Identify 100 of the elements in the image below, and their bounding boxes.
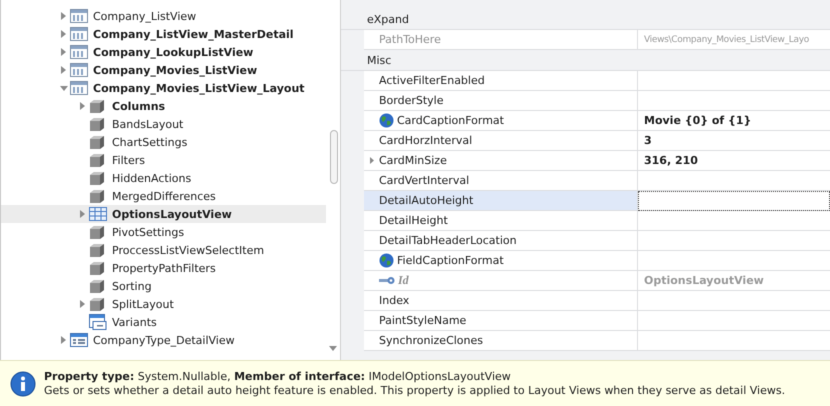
property-value: Movie {0} of {1} bbox=[644, 114, 752, 127]
cube-icon bbox=[89, 152, 105, 168]
tree-item[interactable]: PropertyPathFilters bbox=[109, 260, 219, 276]
scroll-down-icon[interactable] bbox=[329, 346, 337, 351]
cube-icon bbox=[89, 296, 105, 312]
list-view-icon bbox=[70, 9, 88, 23]
cube-icon bbox=[89, 98, 105, 114]
property-name: PaintStyleName bbox=[379, 314, 466, 327]
property-name: BorderStyle bbox=[379, 94, 444, 107]
property-value-cell[interactable] bbox=[638, 311, 830, 331]
expand-arrow-icon[interactable] bbox=[61, 48, 66, 56]
property-name-cell[interactable]: DetailAutoHeight bbox=[364, 191, 638, 211]
list-view-icon bbox=[70, 63, 88, 77]
globe-icon bbox=[379, 113, 394, 128]
property-name-cell[interactable]: CardVertInterval bbox=[364, 171, 638, 191]
property-name: CardHorzInterval bbox=[379, 134, 472, 147]
property-name-cell[interactable]: FieldCaptionFormat bbox=[364, 251, 638, 271]
property-name: SynchronizeClones bbox=[379, 334, 484, 347]
cube-icon bbox=[89, 242, 105, 258]
property-name-cell[interactable]: PaintStyleName bbox=[364, 311, 638, 331]
property-value-cell[interactable] bbox=[638, 191, 830, 211]
property-value-cell[interactable] bbox=[638, 291, 830, 311]
tree-item[interactable]: MergedDifferences bbox=[109, 188, 219, 204]
globe-icon bbox=[379, 253, 394, 268]
tree-item[interactable]: ProccessListViewSelectItem bbox=[109, 242, 268, 258]
cube-icon bbox=[89, 260, 105, 276]
cube-icon bbox=[89, 224, 105, 240]
property-name: Id bbox=[398, 273, 409, 288]
property-value: Views\Company_Movies_ListView_Layo bbox=[644, 34, 809, 44]
cube-icon bbox=[89, 170, 105, 186]
tree-item[interactable]: BandsLayout bbox=[109, 116, 186, 132]
tree-item[interactable]: SplitLayout bbox=[109, 296, 177, 312]
property-value-cell[interactable] bbox=[638, 331, 830, 351]
cube-icon bbox=[89, 188, 105, 204]
property-name-cell[interactable]: DetailHeight bbox=[364, 211, 638, 231]
property-name-cell[interactable]: DetailTabHeaderLocation bbox=[364, 231, 638, 251]
collapse-arrow-icon[interactable] bbox=[60, 86, 68, 90]
property-name-cell[interactable]: BorderStyle bbox=[364, 91, 638, 111]
property-value-cell[interactable] bbox=[638, 231, 830, 251]
property-value-cell[interactable]: 316, 210 bbox=[638, 151, 830, 171]
property-name: DetailHeight bbox=[379, 214, 448, 227]
property-value: OptionsLayoutView bbox=[644, 274, 764, 287]
tree-item[interactable]: Company_ListView bbox=[90, 8, 200, 24]
property-name: DetailAutoHeight bbox=[379, 194, 474, 207]
property-value: 316, 210 bbox=[644, 154, 698, 167]
list-view-icon bbox=[70, 45, 88, 59]
property-value-cell[interactable] bbox=[638, 211, 830, 231]
expand-arrow-icon[interactable] bbox=[61, 30, 66, 38]
tree-item[interactable]: Columns bbox=[109, 98, 168, 114]
tree-item[interactable]: Company_LookupListView bbox=[90, 44, 256, 60]
property-value-cell[interactable] bbox=[638, 251, 830, 271]
detail-view-icon bbox=[70, 333, 88, 347]
cube-icon bbox=[89, 116, 105, 132]
cube-icon bbox=[89, 134, 105, 150]
expand-arrow-icon[interactable] bbox=[370, 157, 374, 164]
property-name: PathToHere bbox=[379, 33, 441, 46]
property-type-text: Property type: System.Nullable, Member of interface: IModelOptionsLayoutView bbox=[44, 370, 512, 383]
cube-icon bbox=[89, 278, 105, 294]
tree-item[interactable]: Sorting bbox=[109, 278, 155, 294]
variants-icon bbox=[89, 314, 107, 330]
tree-item[interactable]: HiddenActions bbox=[109, 170, 194, 186]
property-value-cell[interactable] bbox=[638, 171, 830, 191]
tree-item[interactable]: Company_ListView_MasterDetail bbox=[90, 26, 297, 42]
tree-item[interactable]: ChartSettings bbox=[109, 134, 190, 150]
expand-arrow-icon[interactable] bbox=[80, 210, 85, 218]
property-name: FieldCaptionFormat bbox=[397, 254, 504, 267]
property-value: 3 bbox=[644, 134, 652, 147]
property-value-cell[interactable] bbox=[638, 71, 830, 91]
key-icon bbox=[379, 276, 395, 285]
property-description: Gets or sets whether a detail auto height feature is enabled. This property is applied to Layout Views when they serve as detail Views. bbox=[44, 384, 786, 397]
property-name-cell[interactable]: SynchronizeClones bbox=[364, 331, 638, 351]
property-name: CardVertInterval bbox=[379, 174, 470, 187]
tree-item[interactable]: Company_Movies_ListView bbox=[90, 62, 260, 78]
property-value-cell[interactable] bbox=[638, 91, 830, 111]
tree-item[interactable]: Filters bbox=[109, 152, 148, 168]
property-value-cell[interactable]: Movie {0} of {1} bbox=[638, 111, 830, 131]
scrollbar-thumb[interactable] bbox=[330, 130, 338, 184]
property-name-cell[interactable]: CardCaptionFormat bbox=[364, 111, 638, 131]
property-name-cell[interactable]: CardMinSize bbox=[364, 151, 638, 171]
expand-arrow-icon[interactable] bbox=[61, 336, 66, 344]
property-name-cell[interactable]: CardHorzInterval bbox=[364, 131, 638, 151]
tree-item[interactable]: Company_Movies_ListView_Layout bbox=[90, 80, 308, 96]
tree-item[interactable]: Variants bbox=[109, 314, 160, 330]
info-icon bbox=[10, 370, 36, 396]
grid-icon bbox=[89, 207, 107, 221]
expand-arrow-icon[interactable] bbox=[61, 66, 66, 74]
tree-item[interactable]: PivotSettings bbox=[109, 224, 188, 240]
property-value-cell[interactable]: 3 bbox=[638, 131, 830, 151]
property-name-cell[interactable]: ActiveFilterEnabled bbox=[364, 71, 638, 91]
property-name: CardMinSize bbox=[379, 154, 447, 167]
expand-arrow-icon[interactable] bbox=[61, 12, 66, 20]
property-name: Index bbox=[379, 294, 410, 307]
expand-arrow-icon[interactable] bbox=[80, 300, 85, 308]
property-name: DetailTabHeaderLocation bbox=[379, 234, 517, 247]
property-name: ActiveFilterEnabled bbox=[379, 74, 485, 87]
expand-arrow-icon[interactable] bbox=[80, 102, 85, 110]
tree-item[interactable]: CompanyType_DetailView bbox=[90, 332, 238, 348]
property-name-cell[interactable]: Index bbox=[364, 291, 638, 311]
list-view-icon bbox=[70, 81, 88, 95]
list-view-icon bbox=[70, 27, 88, 41]
